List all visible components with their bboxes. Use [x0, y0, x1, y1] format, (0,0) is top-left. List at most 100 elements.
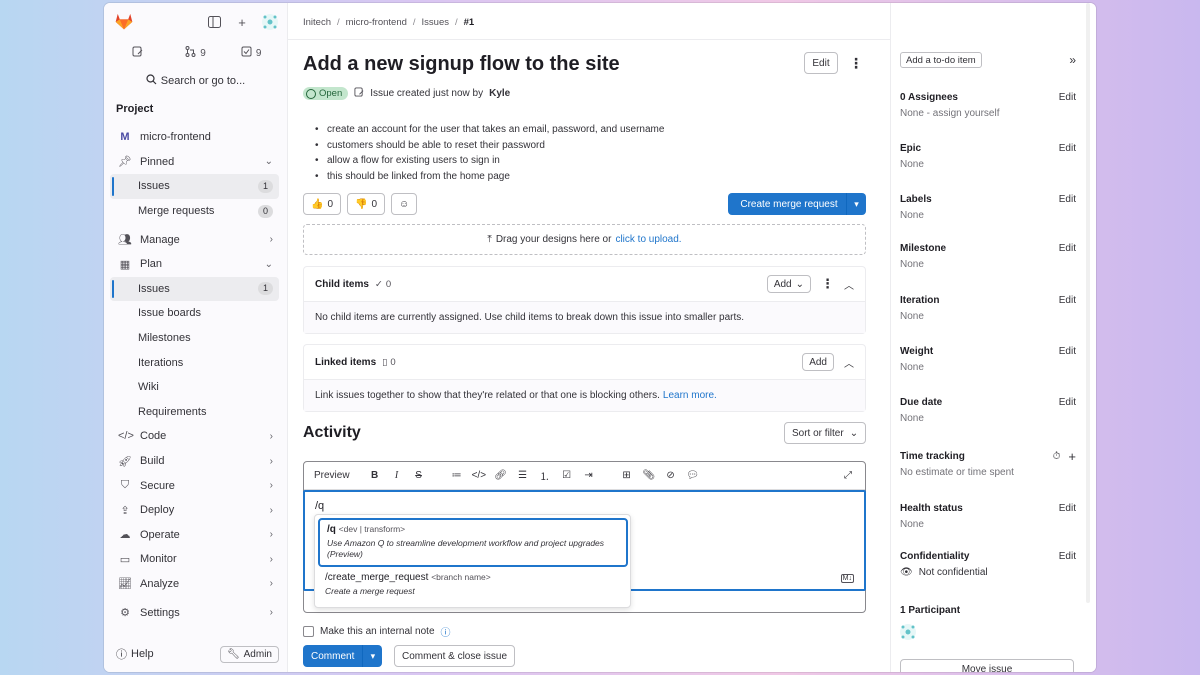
comment-button[interactable]: Comment [303, 645, 363, 667]
upload-link[interactable]: click to upload. [615, 234, 681, 245]
issue-author[interactable]: Kyle [489, 88, 510, 99]
autocomplete-item[interactable]: /q <dev | transform> Use Amazon Q to str… [318, 518, 628, 567]
autocomplete-item[interactable]: /create_merge_request <branch name> Crea… [325, 572, 491, 597]
chevron-down-icon[interactable]: ▾ [846, 193, 866, 215]
edit-issue-button[interactable]: Edit [804, 52, 838, 74]
sidebar-item-deploy[interactable]: ⇪ Deploy › [110, 498, 279, 523]
sidebar-item-iterations[interactable]: Iterations [110, 350, 279, 375]
assignees-value[interactable]: None - assign yourself [900, 108, 1076, 119]
merge-requests-count[interactable]: 9 [168, 43, 224, 63]
create-merge-request-button[interactable]: Create merge request ▾ [728, 193, 866, 215]
todos-count[interactable]: 9 [223, 43, 279, 63]
breadcrumb-item[interactable]: Issues [422, 17, 449, 28]
collapse-icon[interactable]: ︿ [844, 355, 854, 370]
bullet-list-icon[interactable]: ☰ [516, 470, 530, 481]
participant-avatar[interactable] [900, 624, 916, 640]
sidebar-item-label: Operate [140, 528, 180, 541]
fullscreen-icon[interactable]: ⤢ [841, 470, 855, 481]
add-label: Add [773, 278, 792, 290]
ordered-list-icon[interactable]: ⒈ [538, 468, 552, 483]
sidebar-item-issue-boards[interactable]: Issue boards [110, 301, 279, 326]
sidebar-item-project[interactable]: M micro-frontend [110, 125, 279, 150]
task-list-icon[interactable]: ☑ [560, 470, 574, 481]
more-actions-icon[interactable]: ⋮ [849, 55, 863, 72]
help-button[interactable]: ⓘ Help [116, 646, 154, 662]
add-todo-button[interactable]: Add a to-do item [900, 52, 982, 68]
bold-icon[interactable]: B [368, 470, 382, 481]
edit-iteration-button[interactable]: Edit [1059, 295, 1076, 306]
collapse-icon[interactable]: ︿ [844, 277, 854, 292]
sidebar-item-analyze[interactable]: 📈︎ Analyze › [110, 572, 279, 597]
attach-icon[interactable]: 📎︎ [642, 470, 656, 481]
sidebar-item-pinned[interactable]: 📌︎ Pinned ⌄ [110, 150, 279, 175]
comment-close-button[interactable]: Comment & close issue [394, 645, 516, 667]
sidebar-item-build[interactable]: 🚀︎ Build › [110, 449, 279, 474]
edit-confidentiality-button[interactable]: Edit [1059, 551, 1076, 562]
search-button[interactable]: Search or go to... [112, 69, 279, 93]
link-icon[interactable]: 🔗︎ [494, 470, 508, 481]
linked-items-count-value: 0 [390, 356, 396, 368]
sidebar-item-wiki[interactable]: Wiki [110, 375, 279, 400]
edit-weight-button[interactable]: Edit [1059, 346, 1076, 357]
code-icon: </> [118, 430, 134, 443]
sort-filter-button[interactable]: Sort or filter ⌄ [784, 422, 867, 444]
sidebar-item-code[interactable]: </> Code › [110, 424, 279, 449]
add-time-icon[interactable]: + [1068, 450, 1076, 463]
sidebar-item-settings[interactable]: ⚙ Settings › [110, 600, 279, 625]
edit-assignees-button[interactable]: Edit [1059, 92, 1076, 103]
toggle-sidebar-icon[interactable] [205, 13, 223, 31]
user-avatar-icon[interactable] [261, 13, 279, 31]
design-dropzone[interactable]: ⤒ Drag your designs here or click to upl… [303, 224, 866, 255]
sidebar-item-secure[interactable]: ⛉ Secure › [110, 473, 279, 498]
edit-milestone-button[interactable]: Edit [1059, 243, 1076, 254]
quick-action-icon[interactable]: ⊘ [664, 470, 678, 481]
chevron-right-icon: › [269, 480, 273, 492]
chevron-right-icon: › [269, 529, 273, 541]
thumbs-down-button[interactable]: 👎 0 [347, 193, 386, 215]
sidebar-item-milestones[interactable]: Milestones [110, 326, 279, 351]
breadcrumb-item[interactable]: Initech [303, 17, 331, 28]
edit-due-date-button[interactable]: Edit [1059, 397, 1076, 408]
admin-button[interactable]: 🔧︎ Admin [219, 645, 279, 663]
internal-note-checkbox[interactable] [303, 626, 314, 637]
code-icon[interactable]: </> [472, 470, 486, 481]
add-reaction-button[interactable]: ☺ [391, 193, 418, 215]
sidebar-item-manage[interactable]: 👥︎ Manage › [110, 227, 279, 252]
more-options-icon[interactable]: ⋮ [821, 276, 834, 292]
add-linked-item-button[interactable]: Add [802, 353, 834, 371]
strikethrough-icon[interactable]: S [412, 470, 426, 481]
sidebar-item-plan-issues[interactable]: Issues 1 [110, 276, 279, 302]
comment-icon[interactable]: 💬︎ [686, 470, 700, 481]
sidebar-item-pinned-merge-requests[interactable]: Merge requests 0 [110, 199, 279, 224]
thumbs-up-button[interactable]: 👍 0 [303, 193, 342, 215]
sidebar-item-monitor[interactable]: ▭ Monitor › [110, 547, 279, 572]
add-child-item-button[interactable]: Add ⌄ [766, 275, 811, 293]
preview-tab[interactable]: Preview [314, 470, 350, 481]
internal-note-label[interactable]: Make this an internal note [320, 626, 435, 637]
edit-health-status-button[interactable]: Edit [1059, 503, 1076, 514]
sidebar-scrollbar[interactable] [1086, 3, 1090, 603]
collapse-sidebar-icon[interactable]: » [1069, 53, 1076, 67]
question-icon[interactable]: ⓘ [441, 624, 451, 639]
breadcrumb-current[interactable]: #1 [464, 17, 475, 28]
sidebar-item-requirements[interactable]: Requirements [110, 400, 279, 425]
time-tracking-actions: ⏱︎ + [1053, 450, 1076, 463]
stopwatch-icon[interactable]: ⏱︎ [1053, 451, 1061, 462]
sidebar-item-pinned-issues[interactable]: Issues 1 [110, 174, 279, 199]
learn-more-link[interactable]: Learn more. [663, 390, 717, 401]
chevron-down-icon[interactable]: ▾ [362, 645, 383, 667]
edit-labels-button[interactable]: Edit [1059, 194, 1076, 205]
assigned-issues-count[interactable] [112, 43, 168, 63]
table-icon[interactable]: ⊞ [620, 470, 634, 481]
indent-icon[interactable]: ⇥ [582, 470, 596, 481]
child-items-empty-text: No child items are currently assigned. U… [315, 312, 745, 323]
plus-icon[interactable]: + [233, 13, 251, 31]
italic-icon[interactable]: I [390, 470, 404, 481]
numbered-list-icon[interactable]: ≔ [450, 470, 464, 481]
move-issue-button[interactable]: Move issue [900, 659, 1074, 672]
sidebar-item-plan[interactable]: ▦ Plan ⌄ [110, 252, 279, 277]
gitlab-logo-icon[interactable] [114, 11, 136, 33]
breadcrumb-item[interactable]: micro-frontend [346, 17, 407, 28]
sidebar-item-operate[interactable]: ☁ Operate › [110, 523, 279, 548]
edit-epic-button[interactable]: Edit [1059, 143, 1076, 154]
